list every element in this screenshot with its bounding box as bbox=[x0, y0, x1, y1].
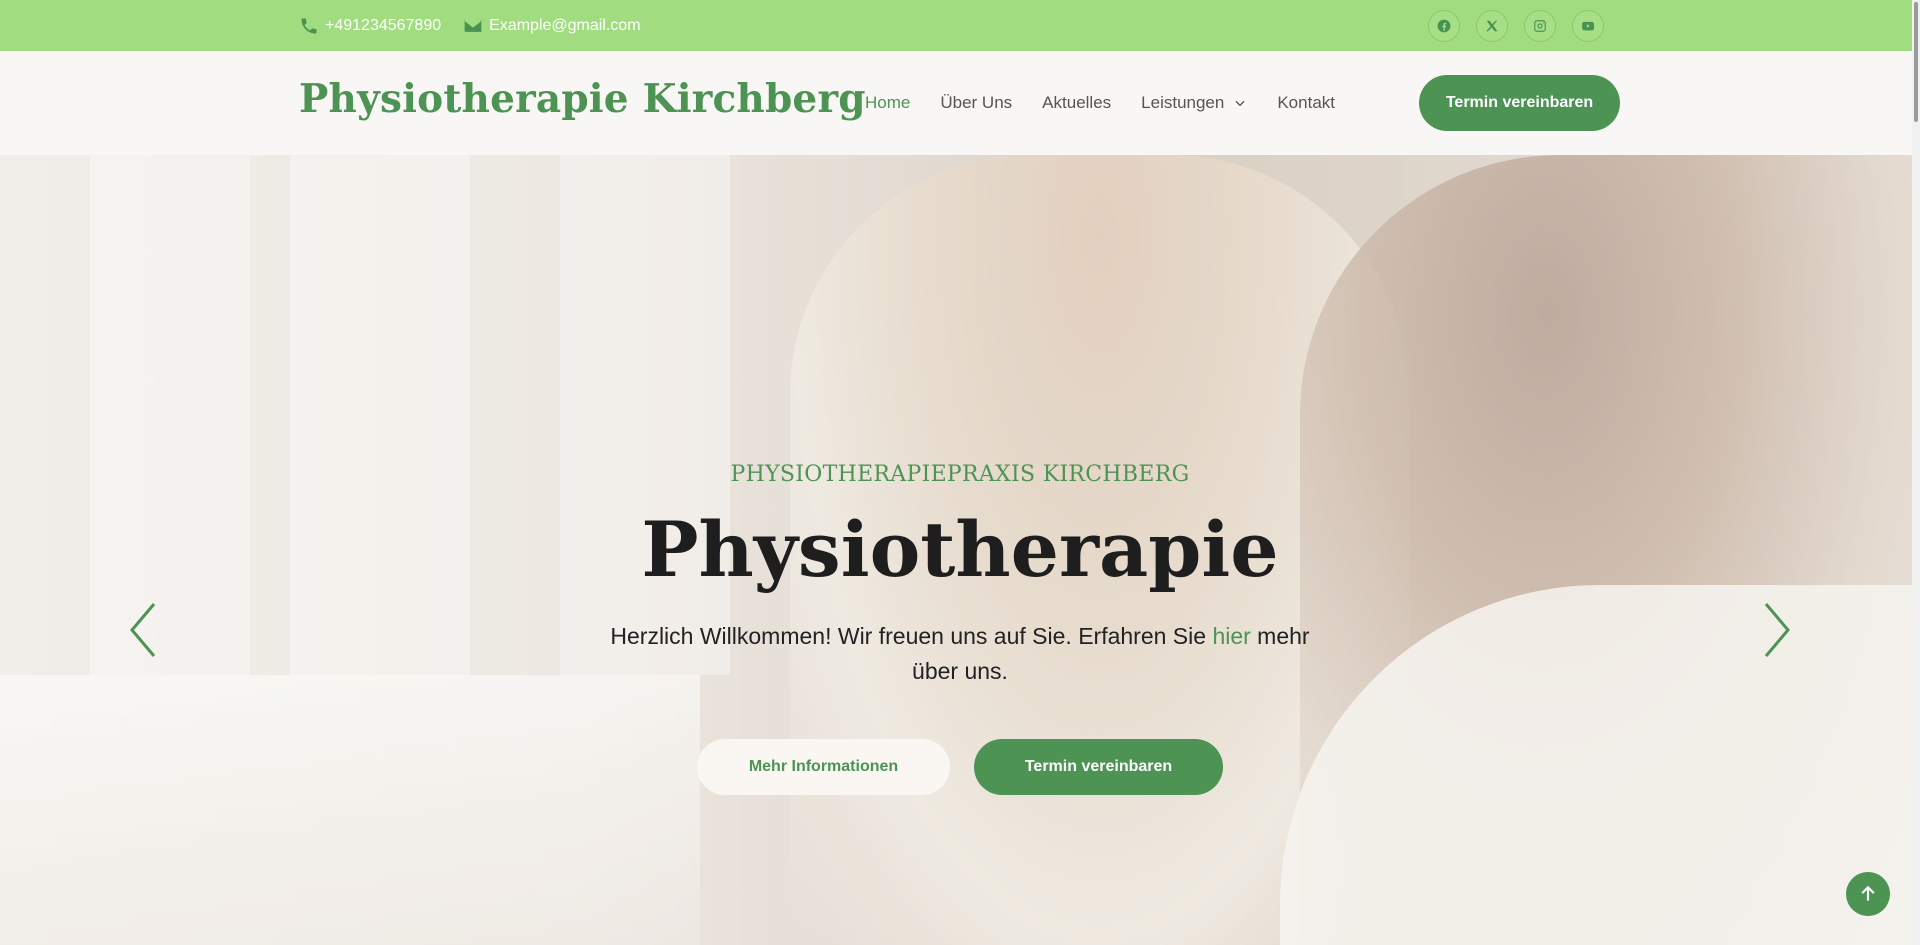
nav-kontakt-label: Kontakt bbox=[1277, 93, 1335, 112]
x-icon bbox=[1486, 20, 1498, 32]
youtube-icon bbox=[1582, 21, 1595, 31]
hero-title: Physiotherapie bbox=[641, 505, 1279, 594]
hero-slider: PHYSIOTHERAPIEPRAXIS KIRCHBERG Physiothe… bbox=[0, 155, 1920, 945]
hero-eyebrow: PHYSIOTHERAPIEPRAXIS KIRCHBERG bbox=[730, 462, 1190, 487]
hero-subtitle: Herzlich Willkommen! Wir freuen uns auf … bbox=[600, 619, 1320, 689]
x-link[interactable] bbox=[1476, 10, 1508, 42]
slider-prev-button[interactable] bbox=[124, 600, 164, 660]
scrollbar-thumb[interactable] bbox=[1914, 2, 1918, 122]
chevron-down-icon bbox=[1235, 100, 1245, 107]
header-appointment-button[interactable]: Termin vereinbaren bbox=[1419, 75, 1620, 131]
email-contact[interactable]: Example@gmail.com bbox=[463, 16, 641, 36]
facebook-icon bbox=[1437, 19, 1451, 33]
nav-kontakt[interactable]: Kontakt bbox=[1277, 93, 1335, 113]
top-bar: +491234567890 Example@gmail.com bbox=[0, 0, 1920, 51]
nav-ueber-uns-label: Über Uns bbox=[940, 93, 1013, 112]
phone-number: +491234567890 bbox=[325, 16, 442, 34]
chevron-left-icon bbox=[130, 603, 156, 657]
nav-aktuelles[interactable]: Aktuelles bbox=[1042, 93, 1111, 113]
phone-contact[interactable]: +491234567890 bbox=[299, 16, 441, 36]
arrow-up-icon bbox=[1861, 885, 1875, 901]
social-links bbox=[1428, 10, 1604, 42]
nav-leistungen-label: Leistungen bbox=[1141, 93, 1225, 112]
instagram-icon bbox=[1534, 20, 1546, 32]
phone-icon bbox=[301, 18, 317, 33]
contact-info: +491234567890 Example@gmail.com bbox=[299, 0, 641, 51]
slider-next-button[interactable] bbox=[1756, 600, 1796, 660]
envelope-icon bbox=[464, 19, 482, 32]
hero-subtitle-link[interactable]: hier bbox=[1212, 623, 1250, 649]
site-header: Physiotherapie Kirchberg Home Über Uns A… bbox=[0, 51, 1920, 155]
nav-home-label: Home bbox=[865, 93, 911, 112]
instagram-link[interactable] bbox=[1524, 10, 1556, 42]
main-nav: Home Über Uns Aktuelles Leistungen Konta… bbox=[865, 51, 1365, 155]
site-logo[interactable]: Physiotherapie Kirchberg bbox=[299, 76, 866, 122]
scroll-to-top-button[interactable] bbox=[1846, 872, 1890, 916]
hero-content: PHYSIOTHERAPIEPRAXIS KIRCHBERG Physiothe… bbox=[0, 155, 1920, 945]
chevron-right-icon bbox=[1764, 603, 1790, 657]
page-scrollbar[interactable] bbox=[1912, 0, 1920, 945]
nav-leistungen[interactable]: Leistungen bbox=[1141, 93, 1247, 113]
more-info-button[interactable]: Mehr Informationen bbox=[697, 739, 950, 795]
nav-ueber-uns[interactable]: Über Uns bbox=[940, 93, 1012, 113]
hero-appointment-button[interactable]: Termin vereinbaren bbox=[974, 739, 1223, 795]
youtube-link[interactable] bbox=[1572, 10, 1604, 42]
hero-subtitle-text: Herzlich Willkommen! Wir freuen uns auf … bbox=[610, 623, 1213, 649]
email-address: Example@gmail.com bbox=[489, 16, 641, 34]
nav-aktuelles-label: Aktuelles bbox=[1042, 93, 1112, 112]
facebook-link[interactable] bbox=[1428, 10, 1460, 42]
nav-home[interactable]: Home bbox=[865, 93, 910, 113]
